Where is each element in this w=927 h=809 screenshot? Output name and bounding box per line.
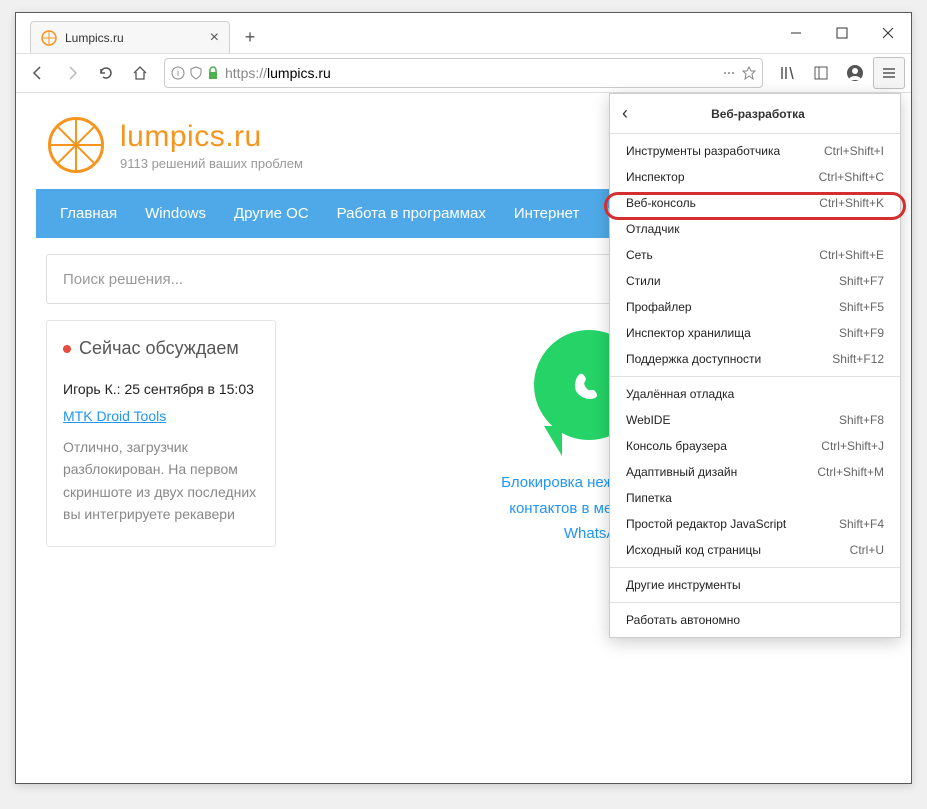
- menu-item-label: Инспектор: [626, 170, 685, 184]
- close-window-button[interactable]: [865, 13, 911, 53]
- menu-item[interactable]: Другие инструменты: [610, 572, 900, 598]
- url-protocol: https://: [225, 65, 267, 81]
- menu-item-label: Другие инструменты: [626, 578, 741, 592]
- menu-item-label: Исходный код страницы: [626, 543, 761, 557]
- menu-item-shortcut: Shift+F5: [839, 300, 884, 314]
- shield-icon: [189, 66, 203, 80]
- menu-item-label: Сеть: [626, 248, 653, 262]
- menu-separator: [610, 602, 900, 603]
- url-actions: [722, 66, 756, 80]
- menu-item-label: Консоль браузера: [626, 439, 727, 453]
- menu-item-label: Профайлер: [626, 300, 692, 314]
- menu-item-shortcut: Ctrl+Shift+I: [824, 144, 884, 158]
- menu-item[interactable]: Консоль браузера Ctrl+Shift+J: [610, 433, 900, 459]
- menu-item[interactable]: Исходный код страницы Ctrl+U: [610, 537, 900, 563]
- sidebar-title: Сейчас обсуждаем: [79, 337, 239, 360]
- menu-item[interactable]: Инструменты разработчика Ctrl+Shift+I: [610, 138, 900, 164]
- menu-item[interactable]: Удалённая отладка: [610, 381, 900, 407]
- menu-item-shortcut: Ctrl+Shift+M: [817, 465, 884, 479]
- menu-item[interactable]: Профайлер Shift+F5: [610, 294, 900, 320]
- nav-item-other-os[interactable]: Другие ОС: [220, 189, 323, 238]
- comment-topic-link[interactable]: MTK Droid Tools: [63, 408, 166, 424]
- bookmark-star-icon[interactable]: [742, 66, 756, 80]
- menu-item-shortcut: Ctrl+Shift+K: [819, 196, 884, 210]
- toolbar: i https:// lumpics.ru: [16, 53, 911, 93]
- menu-item[interactable]: Поддержка доступности Shift+F12: [610, 346, 900, 372]
- tab-title: Lumpics.ru: [65, 31, 202, 45]
- discussion-sidebar: Сейчас обсуждаем Игорь К.: 25 сентября в…: [46, 320, 276, 547]
- menu-item-label: Стили: [626, 274, 661, 288]
- menu-item[interactable]: Сеть Ctrl+Shift+E: [610, 242, 900, 268]
- tab-close-icon[interactable]: ×: [210, 29, 219, 47]
- menu-item-shortcut: Shift+F7: [839, 274, 884, 288]
- back-button[interactable]: [22, 57, 54, 89]
- menu-item-shortcut: Ctrl+Shift+J: [821, 439, 884, 453]
- menu-item[interactable]: Работать автономно: [610, 607, 900, 633]
- nav-item-windows[interactable]: Windows: [131, 189, 220, 238]
- titlebar: Lumpics.ru × +: [16, 13, 911, 53]
- menu-item[interactable]: WebIDE Shift+F8: [610, 407, 900, 433]
- url-bar[interactable]: i https:// lumpics.ru: [164, 58, 763, 88]
- menu-item[interactable]: Стили Shift+F7: [610, 268, 900, 294]
- comment-body: Отлично, загрузчик разблокирован. На пер…: [63, 436, 259, 526]
- site-name: lumpics.ru: [120, 120, 303, 154]
- menu-item-shortcut: Shift+F12: [832, 352, 884, 366]
- browser-tab[interactable]: Lumpics.ru ×: [30, 21, 230, 53]
- menu-item-label: Инспектор хранилища: [626, 326, 751, 340]
- account-button[interactable]: [839, 57, 871, 89]
- app-menu-button[interactable]: [873, 57, 905, 89]
- site-identity-icon[interactable]: i: [171, 66, 219, 80]
- menu-item[interactable]: Пипетка: [610, 485, 900, 511]
- menu-item-label: Удалённая отладка: [626, 387, 734, 401]
- menu-item-label: Работать автономно: [626, 613, 740, 627]
- svg-text:i: i: [177, 68, 179, 78]
- home-button[interactable]: [124, 57, 156, 89]
- menu-item-label: Веб-консоль: [626, 196, 696, 210]
- menu-item[interactable]: Инспектор Ctrl+Shift+C: [610, 164, 900, 190]
- menu-item-shortcut: Ctrl+Shift+E: [819, 248, 884, 262]
- menu-item-label: Пипетка: [626, 491, 672, 505]
- minimize-button[interactable]: [773, 13, 819, 53]
- menu-item[interactable]: Адаптивный дизайн Ctrl+Shift+M: [610, 459, 900, 485]
- menu-item-shortcut: Shift+F4: [839, 517, 884, 531]
- menu-item-shortcut: Ctrl+U: [850, 543, 884, 557]
- logo-icon: [48, 117, 104, 173]
- menu-title: Веб-разработка: [628, 107, 888, 121]
- menu-separator: [610, 376, 900, 377]
- menu-item-label: Отладчик: [626, 222, 679, 236]
- menu-item-shortcut: Ctrl+Shift+C: [819, 170, 884, 184]
- menu-item[interactable]: Простой редактор JavaScript Shift+F4: [610, 511, 900, 537]
- menu-item[interactable]: Отладчик: [610, 216, 900, 242]
- search-placeholder: Поиск решения...: [63, 271, 183, 288]
- url-domain: lumpics.ru: [267, 65, 331, 81]
- menu-item[interactable]: Инспектор хранилища Shift+F9: [610, 320, 900, 346]
- menu-item[interactable]: Веб-консоль Ctrl+Shift+K: [610, 190, 900, 216]
- reload-button[interactable]: [90, 57, 122, 89]
- lock-icon: [207, 66, 219, 80]
- menu-item-label: WebIDE: [626, 413, 670, 427]
- new-tab-button[interactable]: +: [234, 21, 266, 53]
- window-controls: [773, 13, 911, 53]
- sidebar-button[interactable]: [805, 57, 837, 89]
- page-action-icon[interactable]: [722, 66, 736, 80]
- menu-item-shortcut: Shift+F8: [839, 413, 884, 427]
- menu-separator: [610, 567, 900, 568]
- nav-item-internet[interactable]: Интернет: [500, 189, 593, 238]
- library-button[interactable]: [771, 57, 803, 89]
- menu-item-label: Адаптивный дизайн: [626, 465, 737, 479]
- nav-item-home[interactable]: Главная: [46, 189, 131, 238]
- site-tagline: 9113 решений ваших проблем: [120, 156, 303, 171]
- browser-window: Lumpics.ru × + i https:// lumpics.ru: [15, 12, 912, 784]
- comment-meta: Игорь К.: 25 сентября в 15:03: [63, 380, 259, 400]
- menu-item-label: Простой редактор JavaScript: [626, 517, 786, 531]
- forward-button[interactable]: [56, 57, 88, 89]
- favicon-icon: [41, 30, 57, 46]
- webdev-submenu: ‹ Веб-разработка Инструменты разработчик…: [609, 93, 901, 638]
- live-dot-icon: [63, 345, 71, 353]
- maximize-button[interactable]: [819, 13, 865, 53]
- nav-item-programs[interactable]: Работа в программах: [323, 189, 500, 238]
- menu-item-shortcut: Shift+F9: [839, 326, 884, 340]
- menu-item-label: Поддержка доступности: [626, 352, 761, 366]
- menu-item-label: Инструменты разработчика: [626, 144, 780, 158]
